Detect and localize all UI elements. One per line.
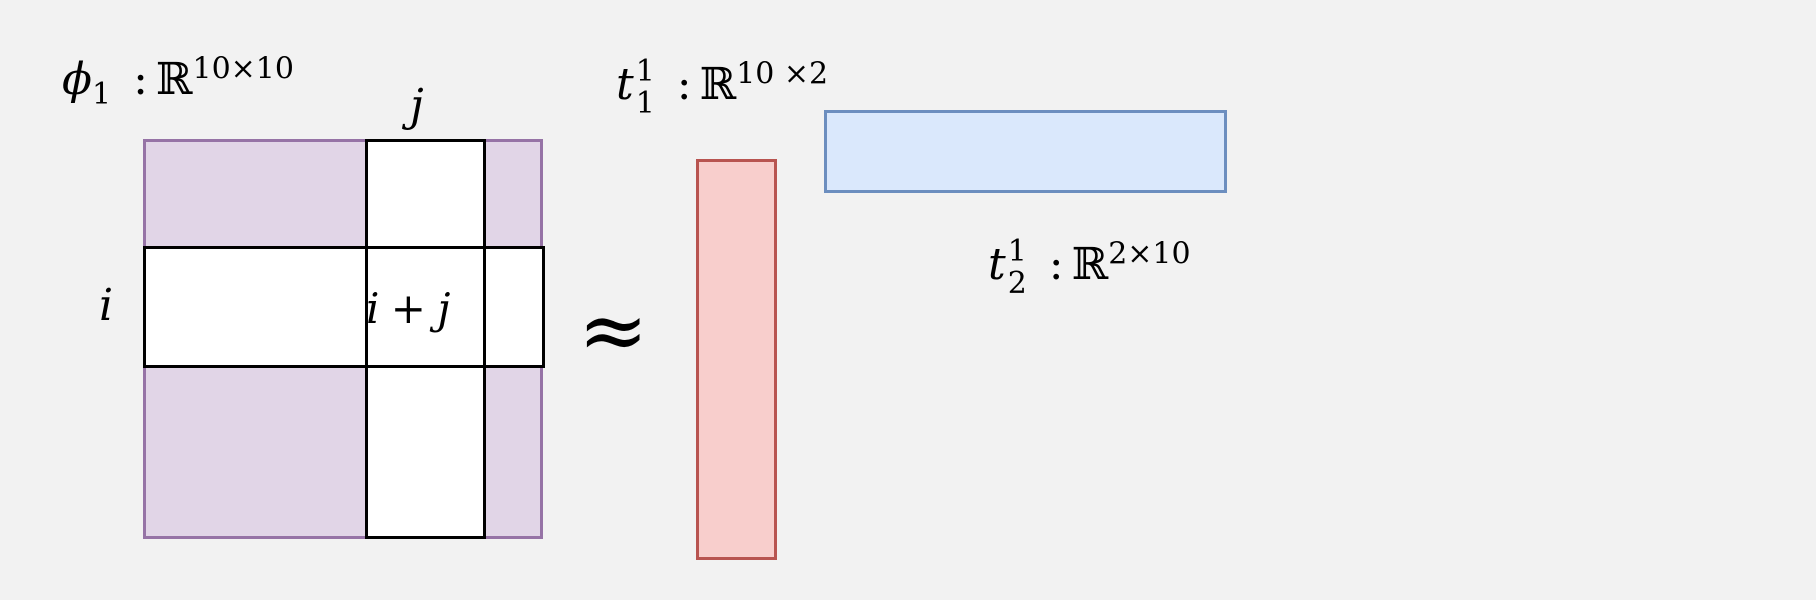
t2-label: t12 : ℝ2×10 xyxy=(988,236,1191,299)
phi-subscript: 1 xyxy=(92,76,112,112)
t2-colon: : xyxy=(1048,239,1064,290)
t1-dims: 10 ×2 xyxy=(736,56,829,92)
t2-sub: 2 xyxy=(1007,265,1027,301)
t1-field: ℝ xyxy=(699,59,737,110)
t1-sup: 1 xyxy=(635,54,655,89)
t1-label: t11 : ℝ10 ×2 xyxy=(616,56,828,119)
row-index-label: i xyxy=(99,280,114,331)
phi-field: ℝ xyxy=(155,54,193,105)
t2-sup: 1 xyxy=(1007,234,1027,269)
t2-symbol: t xyxy=(988,239,1006,290)
phi-symbol: ϕ xyxy=(62,54,92,105)
cell-label: i + j xyxy=(366,284,450,333)
t1-indices: 11 xyxy=(636,56,655,119)
t2-indices: 12 xyxy=(1008,236,1027,299)
t1-symbol: t xyxy=(616,59,634,110)
t2-dims: 2×10 xyxy=(1108,236,1191,272)
phi-colon: : xyxy=(133,54,148,105)
phi-dims: 10×10 xyxy=(192,51,294,87)
t2-field: ℝ xyxy=(1071,239,1109,290)
t1-factor-bar xyxy=(696,159,777,560)
column-index-label: j xyxy=(410,80,424,131)
approx-symbol: ≈ xyxy=(578,281,649,379)
t2-factor-bar xyxy=(824,110,1227,193)
t1-sub: 1 xyxy=(635,85,655,121)
phi-label: ϕ1 : ℝ10×10 xyxy=(62,54,294,109)
t1-colon: : xyxy=(676,59,692,110)
cell-divider-right xyxy=(483,246,486,368)
